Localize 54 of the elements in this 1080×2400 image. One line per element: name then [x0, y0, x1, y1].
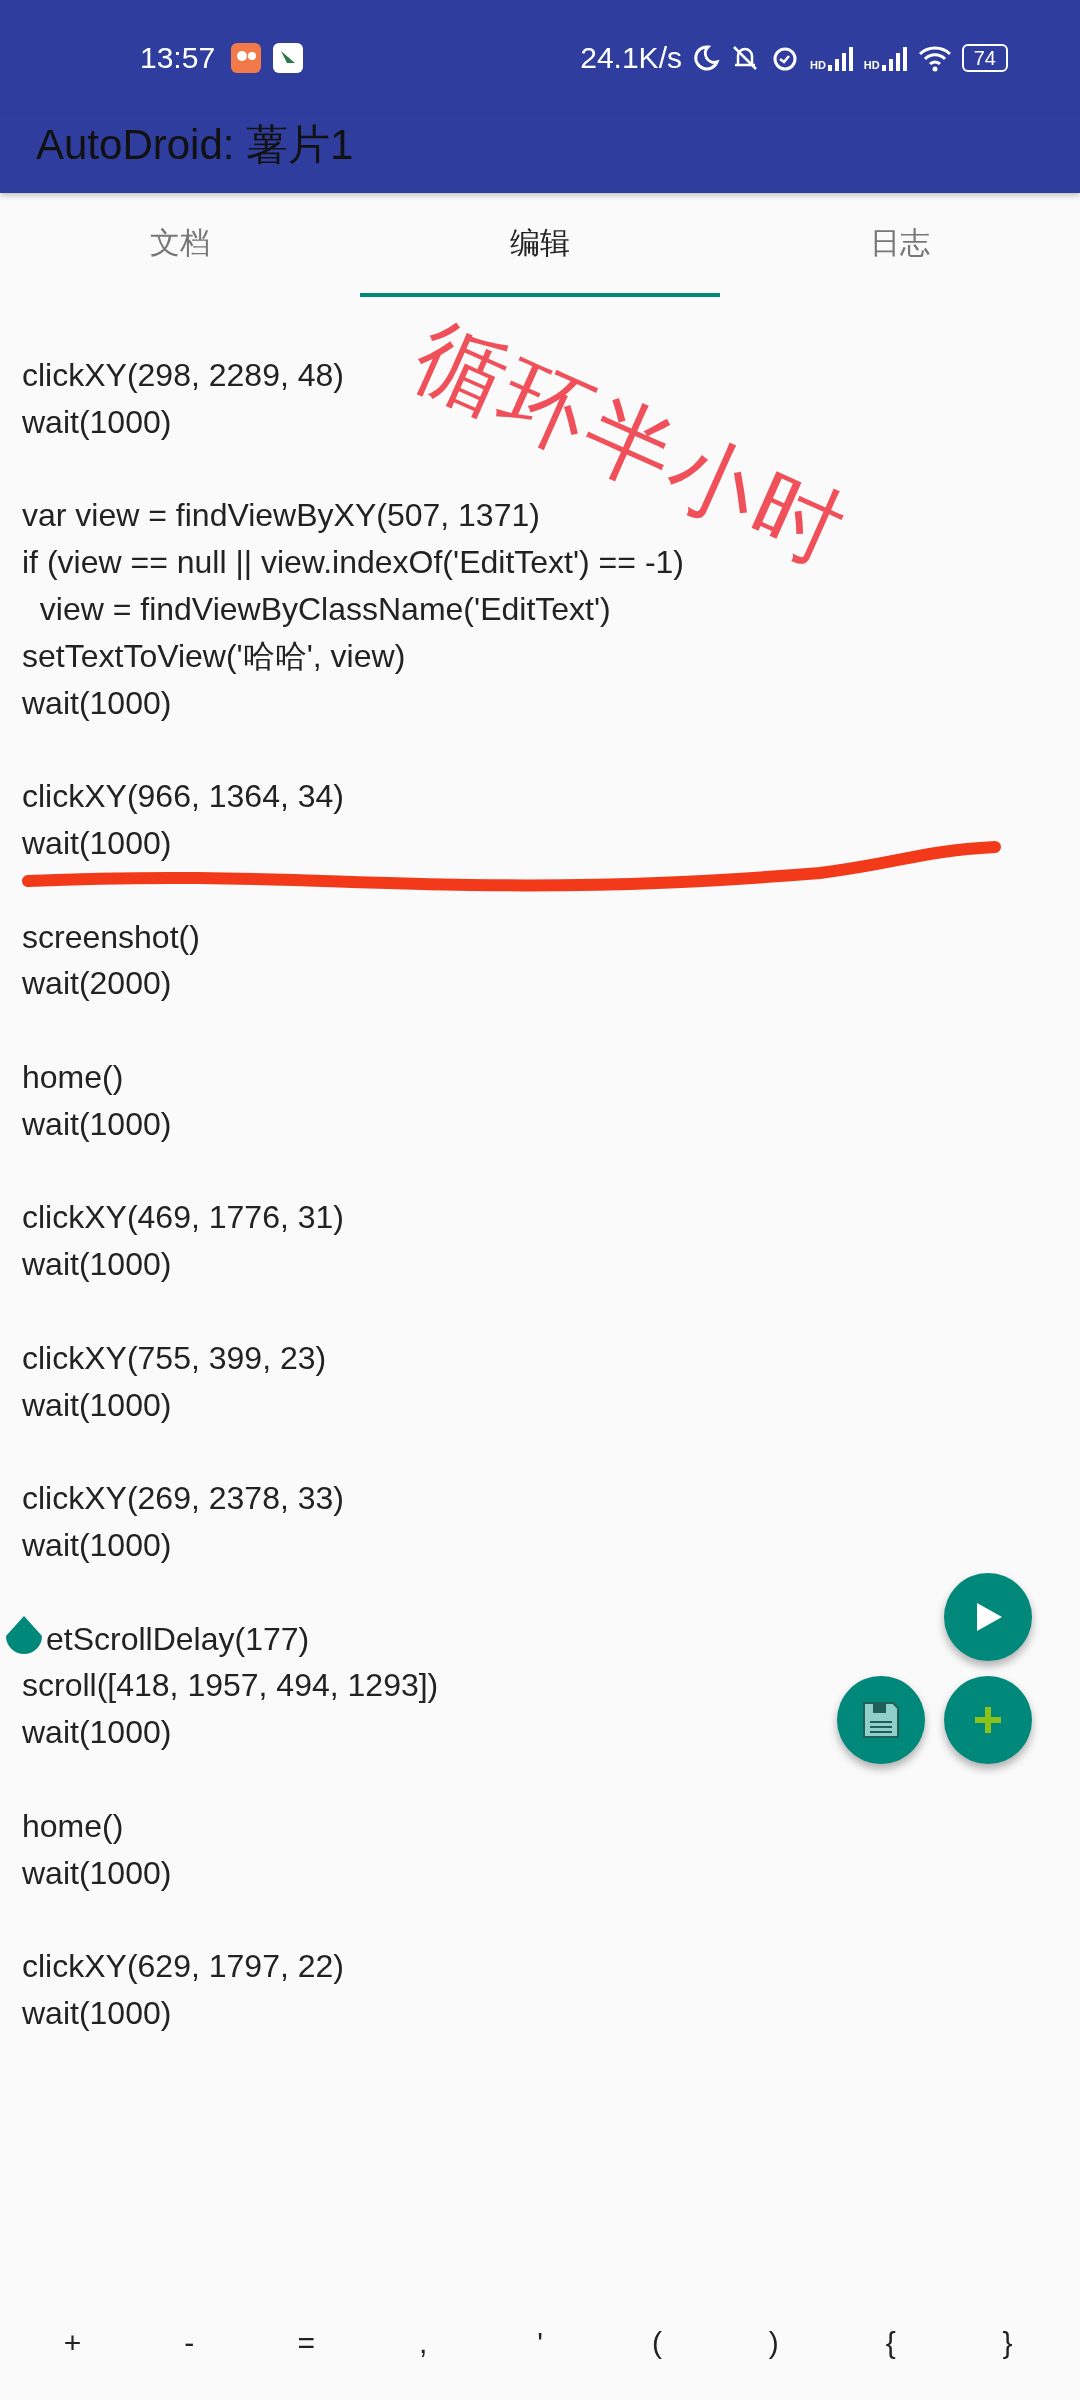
symbol-key[interactable]: (: [598, 2325, 716, 2361]
symbol-key[interactable]: ): [715, 2325, 833, 2361]
code-line: clickXY(755, 399, 23): [22, 1339, 327, 1376]
symbol-key[interactable]: {: [832, 2325, 950, 2361]
code-line: wait(1000): [22, 1854, 172, 1891]
symbol-key[interactable]: =: [247, 2325, 365, 2361]
code-line: wait(1000): [22, 1994, 172, 2031]
code-line: view = findViewByClassName('EditText'): [38, 591, 611, 627]
add-button[interactable]: [944, 1676, 1032, 1764]
code-line: var view = findViewByXY(507, 1371): [22, 497, 540, 534]
tab[interactable]: 编辑: [360, 193, 720, 297]
app-icon: [273, 42, 304, 73]
code-line: wait(1000): [22, 1714, 172, 1751]
symbol-key[interactable]: ,: [364, 2325, 482, 2361]
signal-icon: [827, 44, 854, 71]
hd-label: HD: [809, 58, 826, 71]
code-line: clickXY(469, 1776, 31): [22, 1199, 344, 1236]
code-line: if (view == null || view.indexOf('EditText') == -1): [22, 544, 684, 581]
code-line: wait(1000): [22, 1386, 172, 1423]
code-line: home(): [22, 1807, 124, 1844]
symbol-key[interactable]: -: [130, 2325, 248, 2361]
code-line: clickXY(269, 2378, 33): [22, 1480, 344, 1517]
status-time: 13:57: [140, 40, 216, 75]
app-title: AutoDroid: 薯片1: [36, 120, 354, 170]
code-line: wait(1000): [22, 1246, 172, 1283]
symbol-key[interactable]: ': [481, 2325, 599, 2361]
run-button[interactable]: [944, 1573, 1032, 1661]
code-line: setTextToView('哈哈', view): [22, 637, 406, 674]
symbol-key[interactable]: +: [14, 2325, 131, 2361]
code-line: wait(1000): [22, 824, 172, 861]
app-icon: [231, 42, 262, 73]
code-line: home(): [22, 1058, 124, 1095]
code-line: wait(2000): [22, 965, 172, 1002]
signal-icon: [881, 44, 908, 71]
code-line: wait(1000): [22, 1526, 172, 1563]
code-line: wait(1000): [22, 403, 172, 440]
moon-icon: [691, 43, 720, 72]
plus-icon: [973, 1705, 1003, 1735]
network-speed: 24.1K/s: [580, 40, 682, 75]
save-button[interactable]: [837, 1676, 925, 1764]
code-line: wait(1000): [22, 1105, 172, 1142]
code-line: etScrollDelay(177): [46, 1620, 310, 1657]
tab[interactable]: 文档: [0, 193, 360, 297]
symbol-key[interactable]: }: [949, 2325, 1066, 2361]
battery-indicator: 74: [961, 43, 1008, 72]
code-line: clickXY(629, 1797, 22): [22, 1948, 344, 1985]
code-line: clickXY(966, 1364, 34): [22, 778, 344, 815]
code-line: wait(1000): [22, 684, 172, 721]
save-icon: [861, 1700, 901, 1740]
code-line: scroll([418, 1957, 494, 1293]): [22, 1667, 439, 1704]
hd-label: HD: [863, 58, 880, 71]
tab[interactable]: 日志: [720, 193, 1080, 297]
code-line: screenshot(): [22, 918, 200, 955]
code-line: clickXY(298, 2289, 48): [22, 357, 344, 393]
